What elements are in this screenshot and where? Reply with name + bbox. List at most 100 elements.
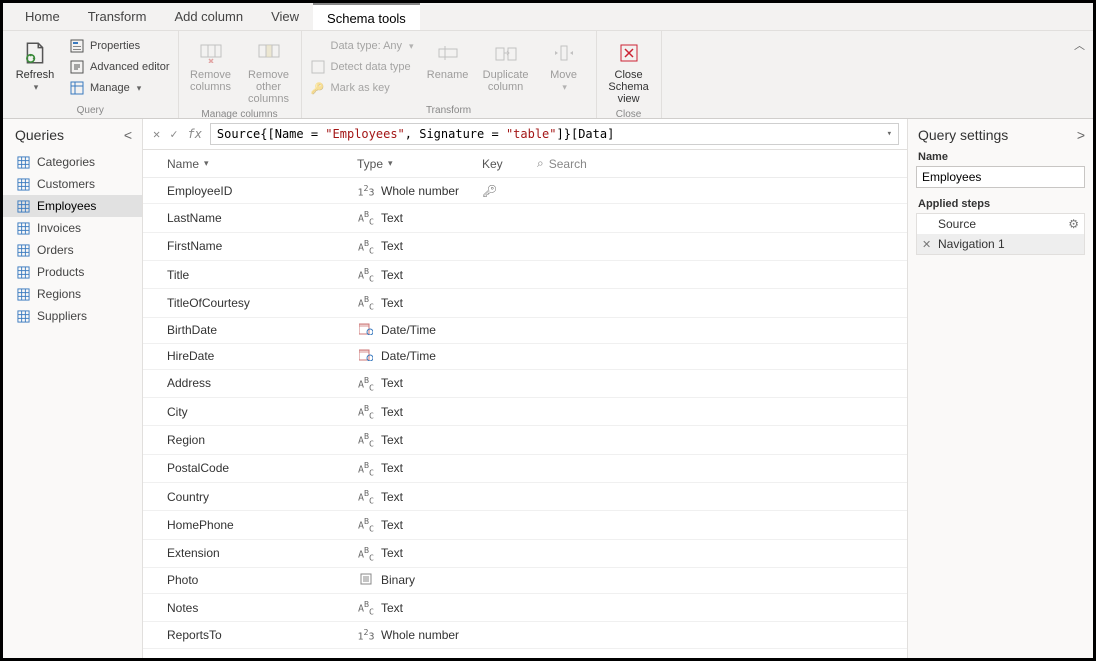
formula-input[interactable]: Source{[Name = "Employees", Signature = … [210,123,899,145]
field-type: ABCText [357,375,482,392]
query-item-customers[interactable]: Customers [3,173,142,195]
field-name: Notes [167,601,357,615]
refresh-label: Refresh [16,69,55,81]
tab-home[interactable]: Home [11,3,74,30]
advanced-editor-icon [69,59,85,75]
query-settings-panel: Query settings > Name Applied steps Sour… [907,119,1093,658]
schema-row[interactable]: AddressABCText [143,370,907,398]
collapse-ribbon-icon[interactable]: ︿ [1074,37,1085,53]
type-icon: ABC [357,599,375,616]
field-name: TitleOfCourtesy [167,296,357,310]
field-key: 🔑︎ [482,184,537,198]
field-type: Binary [357,573,482,588]
field-type: ABCText [357,545,482,562]
advanced-editor-button[interactable]: Advanced editor [67,58,172,76]
schema-row[interactable]: HomePhoneABCText [143,511,907,539]
schema-row[interactable]: PhotoBinary [143,568,907,594]
field-name: Photo [167,573,357,587]
query-name-input[interactable] [916,166,1085,188]
ribbon-group-query: Refresh ▾ Properties Advanced editor Man… [3,31,179,118]
collapse-queries-icon[interactable]: < [124,127,132,143]
field-type: 123Whole number [357,183,482,198]
schema-grid[interactable]: EmployeeID123Whole number🔑︎LastNameABCTe… [143,178,907,658]
schema-row[interactable]: ExtensionABCText [143,540,907,568]
field-type: ABCText [357,516,482,533]
properties-icon [69,38,85,54]
schema-row[interactable]: TitleABCText [143,261,907,289]
schema-row[interactable]: TitleOfCourtesyABCText [143,289,907,317]
commit-formula-icon[interactable]: ✓ [168,127,179,141]
search-input[interactable]: ⌕ Search [537,156,907,171]
fx-icon[interactable]: fx [185,127,203,141]
query-item-orders[interactable]: Orders [3,239,142,261]
datatype-icon [310,38,326,54]
name-label: Name [916,151,1085,163]
duplicate-column-button: Duplicate column [480,35,532,97]
chevron-down-icon: ▾ [137,83,142,94]
applied-steps-label: Applied steps [916,198,1085,210]
tab-add-column[interactable]: Add column [160,3,257,30]
manage-button[interactable]: Manage ▾ [67,79,172,97]
schema-row[interactable]: ReportsTo123Whole number [143,622,907,648]
applied-step[interactable]: ✕Navigation 1 [917,234,1084,254]
type-icon: ABC [357,488,375,505]
move-button: Move ▾ [538,35,590,97]
applied-step[interactable]: Source⚙ [917,214,1084,234]
field-type: Date/Time [357,349,482,364]
detect-icon [310,59,326,75]
field-name: Title [167,268,357,282]
query-item-categories[interactable]: Categories [3,151,142,173]
tab-transform[interactable]: Transform [74,3,161,30]
queries-title: Queries [15,127,64,143]
tab-view[interactable]: View [257,3,313,30]
field-name: City [167,405,357,419]
refresh-button[interactable]: Refresh ▾ [9,35,61,97]
gear-icon[interactable]: ⚙ [1068,217,1079,231]
query-item-employees[interactable]: Employees [3,195,142,217]
type-icon: ABC [357,460,375,477]
field-type: ABCText [357,403,482,420]
schema-row[interactable]: PostalCodeABCText [143,455,907,483]
field-name: FirstName [167,239,357,253]
close-schema-view-button[interactable]: Close Schema view [603,35,655,109]
schema-row[interactable]: BirthDateDate/Time [143,318,907,344]
schema-row[interactable]: EmployeeID123Whole number🔑︎ [143,178,907,204]
field-type: ABCText [357,238,482,255]
column-header-type[interactable]: Type▾ [357,157,482,171]
schema-row[interactable]: FirstNameABCText [143,233,907,261]
schema-row[interactable]: HireDateDate/Time [143,344,907,370]
query-item-products[interactable]: Products [3,261,142,283]
datatype-button: Data type: Any ▾ [308,37,416,55]
schema-row[interactable]: CountryABCText [143,483,907,511]
schema-row[interactable]: LastNameABCText [143,204,907,232]
field-type: ABCText [357,460,482,477]
tab-bar: Home Transform Add column View Schema to… [3,3,1093,31]
column-header-name[interactable]: Name▾ [167,157,357,171]
move-icon [550,39,578,67]
query-item-invoices[interactable]: Invoices [3,217,142,239]
field-type: 123Whole number [357,627,482,642]
tab-schema-tools[interactable]: Schema tools [313,3,420,30]
field-name: Country [167,490,357,504]
field-name: BirthDate [167,323,357,337]
schema-row[interactable]: RegionABCText [143,426,907,454]
duplicate-icon [492,39,520,67]
chevron-down-icon[interactable]: ▾ [887,129,892,139]
table-icon [15,242,31,258]
column-header-key[interactable]: Key [482,157,537,171]
field-type: ABCText [357,294,482,311]
query-item-suppliers[interactable]: Suppliers [3,305,142,327]
table-icon [15,308,31,324]
key-icon: 🔑 [310,80,326,96]
type-icon [357,573,375,588]
rename-icon [434,39,462,67]
schema-row[interactable]: CityABCText [143,398,907,426]
cancel-formula-icon[interactable]: ✕ [151,127,162,141]
field-name: LastName [167,211,357,225]
delete-step-icon[interactable]: ✕ [922,238,934,251]
formula-bar: ✕ ✓ fx Source{[Name = "Employees", Signa… [143,119,907,150]
schema-row[interactable]: NotesABCText [143,594,907,622]
collapse-settings-icon[interactable]: > [1077,127,1085,143]
properties-button[interactable]: Properties [67,37,172,55]
query-item-regions[interactable]: Regions [3,283,142,305]
